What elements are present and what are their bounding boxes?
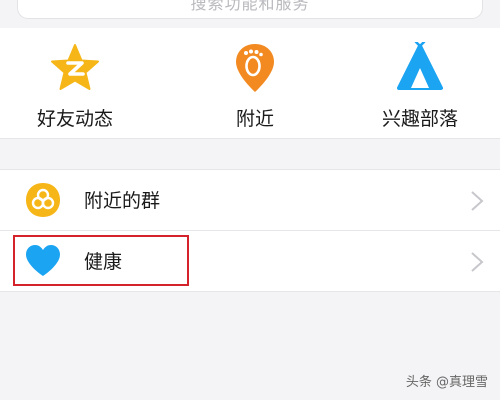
qzone-star-icon [51,44,99,90]
quick-action-interest-tribe[interactable]: 兴趣部落 [350,28,490,138]
list-item-nearby-groups[interactable]: 附近的群 [0,170,500,231]
top-strip: 搜索功能和服务 [0,0,500,28]
footprint-pin-icon [236,44,274,92]
group-circles-icon [26,183,60,217]
quick-actions-panel: 好友动态 附近 兴趣部落 [0,28,500,139]
quick-action-label: 兴趣部落 [381,108,458,130]
quick-action-label: 好友动态 [36,108,113,130]
chevron-right-icon [471,191,484,211]
watermark: 头条 @真理雪 [405,375,488,390]
highlight-box [13,235,189,286]
section-gap [0,139,500,169]
quick-action-friend-updates[interactable]: 好友动态 [5,28,145,138]
search-input[interactable]: 搜索功能和服务 [18,0,482,18]
chevron-right-icon [471,252,484,272]
tent-icon [397,42,443,90]
quick-action-nearby[interactable]: 附近 [185,28,325,138]
quick-action-label: 附近 [235,108,274,130]
search-placeholder: 搜索功能和服务 [190,0,310,13]
list-item-label: 附近的群 [84,190,161,212]
